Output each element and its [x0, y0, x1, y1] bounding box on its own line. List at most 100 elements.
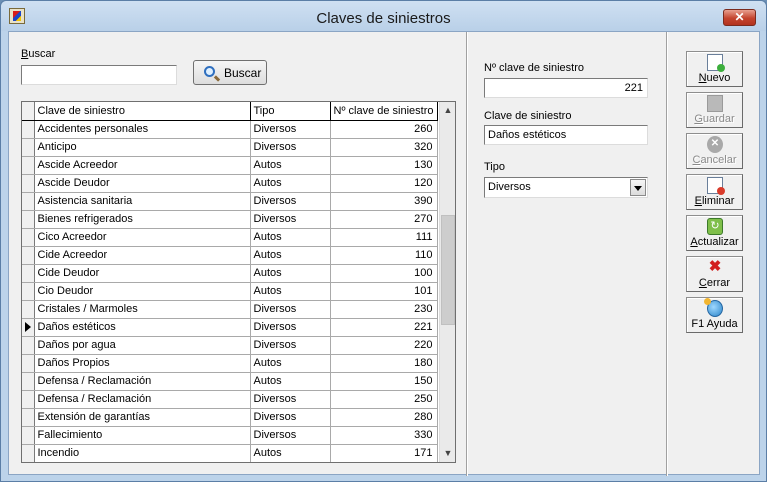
cell-numero[interactable]: 180: [330, 354, 438, 373]
cell-clave[interactable]: Daños estéticos: [34, 318, 251, 337]
row-indicator[interactable]: [22, 354, 35, 373]
row-indicator[interactable]: [22, 192, 35, 211]
cell-numero[interactable]: 101: [330, 282, 438, 301]
cell-numero[interactable]: 270: [330, 210, 438, 229]
cell-numero[interactable]: 220: [330, 336, 438, 355]
chevron-down-icon[interactable]: [630, 179, 646, 196]
scroll-thumb[interactable]: [441, 215, 455, 325]
cell-tipo[interactable]: Autos: [250, 174, 331, 193]
cell-tipo[interactable]: Autos: [250, 354, 331, 373]
cell-clave[interactable]: Defensa / Reclamación: [34, 390, 251, 409]
table-row[interactable]: Bienes refrigerados Diversos 270: [22, 210, 438, 229]
cell-tipo[interactable]: Autos: [250, 264, 331, 283]
cell-clave[interactable]: Anticipo: [34, 138, 251, 157]
cell-clave[interactable]: Asistencia sanitaria: [34, 192, 251, 211]
cerrar-button[interactable]: ✖ Cerrar: [686, 256, 743, 292]
ayuda-button[interactable]: F1 Ayuda: [686, 297, 743, 333]
cell-numero[interactable]: 120: [330, 174, 438, 193]
cell-numero[interactable]: 320: [330, 138, 438, 157]
table-row[interactable]: Cristales / Marmoles Diversos 230: [22, 300, 438, 319]
row-indicator[interactable]: [22, 408, 35, 427]
eliminar-button[interactable]: Eliminar: [686, 174, 743, 210]
cell-tipo[interactable]: Autos: [250, 282, 331, 301]
cell-clave[interactable]: Cide Acreedor: [34, 246, 251, 265]
cell-numero[interactable]: 100: [330, 264, 438, 283]
row-indicator[interactable]: [22, 138, 35, 157]
table-row[interactable]: Accidentes personales Diversos 260: [22, 120, 438, 139]
cell-tipo[interactable]: Diversos: [250, 318, 331, 337]
cell-clave[interactable]: Bienes refrigerados: [34, 210, 251, 229]
cell-numero[interactable]: 130: [330, 156, 438, 175]
row-indicator[interactable]: [22, 372, 35, 391]
cell-numero[interactable]: 150: [330, 372, 438, 391]
column-header-clave[interactable]: Clave de siniestro: [34, 102, 251, 121]
cancelar-button[interactable]: ✕ Cancelar: [686, 133, 743, 169]
table-row[interactable]: Fallecimiento Diversos 330: [22, 426, 438, 445]
cell-clave[interactable]: Ascide Deudor: [34, 174, 251, 193]
numero-field[interactable]: 221: [484, 78, 648, 98]
window-close-button[interactable]: ✕: [723, 9, 756, 26]
row-indicator[interactable]: [22, 282, 35, 301]
table-row[interactable]: Cico Acreedor Autos 111: [22, 228, 438, 247]
cell-clave[interactable]: Cio Deudor: [34, 282, 251, 301]
cell-numero[interactable]: 110: [330, 246, 438, 265]
cell-tipo[interactable]: Autos: [250, 372, 331, 391]
cell-tipo[interactable]: Diversos: [250, 426, 331, 445]
search-input[interactable]: [21, 65, 177, 85]
cell-tipo[interactable]: Autos: [250, 228, 331, 247]
cell-clave[interactable]: Accidentes personales: [34, 120, 251, 139]
table-row[interactable]: Extensión de garantías Diversos 280: [22, 408, 438, 427]
row-indicator[interactable]: [22, 318, 35, 337]
guardar-button[interactable]: Guardar: [686, 92, 743, 128]
table-row[interactable]: Cide Deudor Autos 100: [22, 264, 438, 283]
cell-tipo[interactable]: Diversos: [250, 408, 331, 427]
cell-clave[interactable]: Cristales / Marmoles: [34, 300, 251, 319]
cell-clave[interactable]: Incendio: [34, 444, 251, 462]
row-indicator[interactable]: [22, 426, 35, 445]
table-row[interactable]: Anticipo Diversos 320: [22, 138, 438, 157]
table-row[interactable]: Cio Deudor Autos 101: [22, 282, 438, 301]
cell-tipo[interactable]: Diversos: [250, 120, 331, 139]
cell-numero[interactable]: 230: [330, 300, 438, 319]
cell-numero[interactable]: 171: [330, 444, 438, 462]
row-indicator[interactable]: [22, 120, 35, 139]
cell-tipo[interactable]: Diversos: [250, 210, 331, 229]
cell-numero[interactable]: 221: [330, 318, 438, 337]
table-row[interactable]: Daños Propios Autos 180: [22, 354, 438, 373]
table-row[interactable]: Incendio Autos 171: [22, 444, 438, 462]
row-indicator[interactable]: [22, 264, 35, 283]
cell-numero[interactable]: 280: [330, 408, 438, 427]
row-indicator[interactable]: [22, 246, 35, 265]
tipo-select[interactable]: Diversos: [484, 177, 648, 198]
cell-clave[interactable]: Fallecimiento: [34, 426, 251, 445]
cell-clave[interactable]: Cico Acreedor: [34, 228, 251, 247]
cell-numero[interactable]: 330: [330, 426, 438, 445]
cell-clave[interactable]: Defensa / Reclamación: [34, 372, 251, 391]
row-indicator[interactable]: [22, 300, 35, 319]
cell-tipo[interactable]: Diversos: [250, 300, 331, 319]
row-indicator[interactable]: [22, 174, 35, 193]
table-row[interactable]: Ascide Acreedor Autos 130: [22, 156, 438, 175]
cell-tipo[interactable]: Diversos: [250, 138, 331, 157]
cell-tipo[interactable]: Autos: [250, 246, 331, 265]
row-indicator[interactable]: [22, 228, 35, 247]
scroll-down-icon[interactable]: ▼: [440, 445, 455, 462]
cell-tipo[interactable]: Autos: [250, 444, 331, 462]
actualizar-button[interactable]: ↻ Actualizar: [686, 215, 743, 251]
scroll-up-icon[interactable]: ▲: [440, 102, 455, 119]
table-row[interactable]: Daños estéticos Diversos 221: [22, 318, 438, 337]
row-indicator[interactable]: [22, 210, 35, 229]
cell-numero[interactable]: 390: [330, 192, 438, 211]
cell-clave[interactable]: Extensión de garantías: [34, 408, 251, 427]
table-row[interactable]: Defensa / Reclamación Autos 150: [22, 372, 438, 391]
row-indicator[interactable]: [22, 444, 35, 462]
cell-clave[interactable]: Cide Deudor: [34, 264, 251, 283]
row-indicator[interactable]: [22, 156, 35, 175]
search-button[interactable]: Buscar: [193, 60, 267, 85]
cell-tipo[interactable]: Diversos: [250, 336, 331, 355]
table-row[interactable]: Daños por agua Diversos 220: [22, 336, 438, 355]
grid-vertical-scrollbar[interactable]: ▲ ▼: [439, 102, 455, 462]
cell-numero[interactable]: 250: [330, 390, 438, 409]
nuevo-button[interactable]: Nuevo: [686, 51, 743, 87]
cell-numero[interactable]: 260: [330, 120, 438, 139]
